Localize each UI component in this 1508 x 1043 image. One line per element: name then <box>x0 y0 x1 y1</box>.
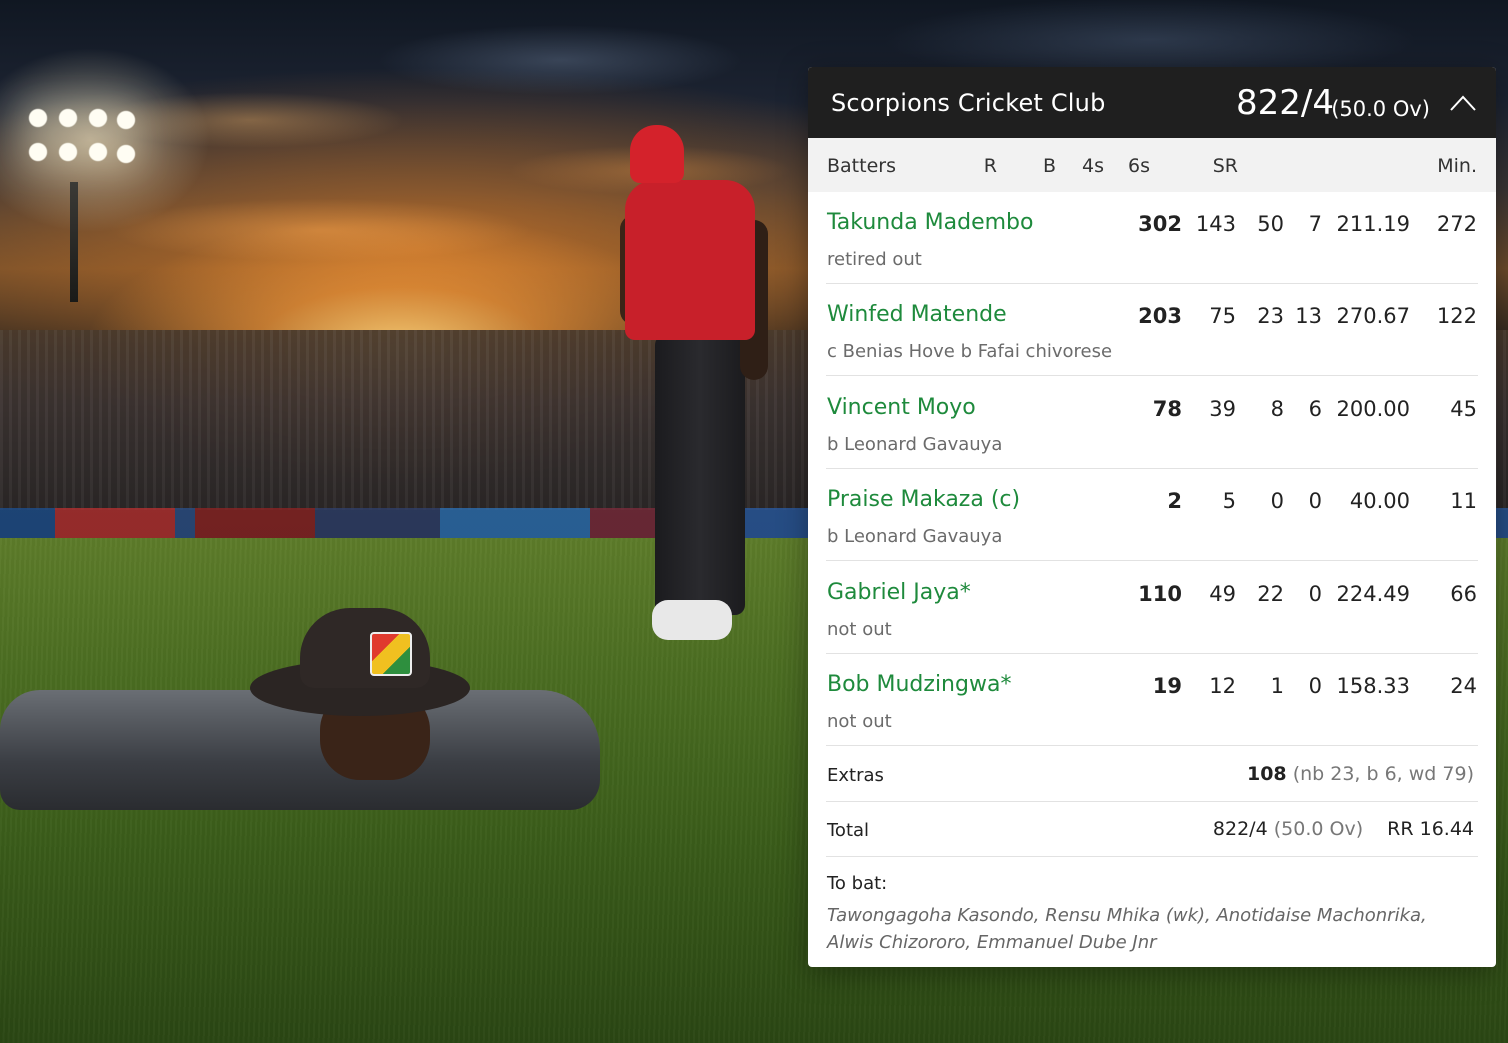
strike-rate: 224.49 <box>1336 582 1410 606</box>
sixes: 0 <box>1308 489 1322 513</box>
dismissal-text: b Leonard Gavauya <box>827 526 1003 547</box>
extras-detail: (nb 23, b 6, wd 79) <box>1292 763 1474 785</box>
batter-row: Bob Mudzingwa* not out 19 12 1 0 158.33 … <box>808 654 1496 746</box>
dismissal-text: not out <box>827 711 892 732</box>
batter-name[interactable]: Winfed Matende <box>827 302 1007 327</box>
scorecard-header[interactable]: Scorpions Cricket Club 822/4 (50.0 Ov) <box>808 67 1496 138</box>
runs: 2 <box>1167 489 1182 513</box>
col-batters: Batters <box>827 155 896 177</box>
standing-player-cap <box>630 125 684 183</box>
balls: 75 <box>1209 304 1236 328</box>
row-divider <box>826 560 1478 561</box>
batter-name[interactable]: Vincent Moyo <box>827 395 976 420</box>
extras-value-group: 108 (nb 23, b 6, wd 79) <box>1247 763 1474 785</box>
dismissal-text: b Leonard Gavauya <box>827 434 1003 455</box>
minutes: 11 <box>1450 489 1477 513</box>
dismissal-text: not out <box>827 619 892 640</box>
batter-row: Winfed Matende c Benias Hove b Fafai chi… <box>808 284 1496 376</box>
strike-rate: 158.33 <box>1336 674 1410 698</box>
fours: 8 <box>1270 397 1284 421</box>
total-label: Total <box>827 820 870 841</box>
strike-rate: 40.00 <box>1349 489 1410 513</box>
col-strike-rate: SR <box>1212 155 1238 177</box>
total-overs: (50.0 Ov) <box>1273 818 1364 840</box>
runs: 110 <box>1138 582 1182 606</box>
batter-row: Vincent Moyo b Leonard Gavauya 78 39 8 6… <box>808 377 1496 469</box>
runs: 302 <box>1138 212 1182 236</box>
col-sixes: 6s <box>1128 155 1150 177</box>
team-overs: (50.0 Ov) <box>1331 97 1430 121</box>
scorecard-panel: Scorpions Cricket Club 822/4 (50.0 Ov) B… <box>808 67 1496 967</box>
batter-row: Takunda Madembo retired out 302 143 50 7… <box>808 192 1496 284</box>
team-name: Scorpions Cricket Club <box>831 89 1106 117</box>
batter-row: Praise Makaza (c) b Leonard Gavauya 2 5 … <box>808 469 1496 561</box>
row-divider <box>826 856 1478 857</box>
run-rate: RR 16.44 <box>1387 818 1474 840</box>
sixes: 0 <box>1308 582 1322 606</box>
extras-row: Extras 108 (nb 23, b 6, wd 79) <box>808 747 1496 802</box>
dismissal-text: retired out <box>827 249 922 270</box>
standing-player-shirt <box>625 180 755 340</box>
to-bat-players: Tawongagoha Kasondo, Rensu Mhika (wk), A… <box>827 905 1427 953</box>
minutes: 24 <box>1450 674 1477 698</box>
runs: 19 <box>1152 674 1182 698</box>
minutes: 45 <box>1450 397 1477 421</box>
sixes: 0 <box>1308 674 1322 698</box>
extras-value: 108 <box>1246 763 1287 785</box>
strike-rate: 270.67 <box>1336 304 1410 328</box>
balls: 39 <box>1209 397 1236 421</box>
col-minutes: Min. <box>1437 155 1477 177</box>
sixes: 7 <box>1308 212 1322 236</box>
total-row: Total 822/4 (50.0 Ov) RR 16.44 <box>808 802 1496 857</box>
runs: 203 <box>1138 304 1182 328</box>
floodlight-pole <box>70 182 78 302</box>
minutes: 122 <box>1436 304 1477 328</box>
col-balls: B <box>1042 155 1056 177</box>
batting-columns-header: Batters R B 4s 6s SR Min. <box>808 138 1496 192</box>
standing-player-shoes <box>652 600 732 640</box>
sixes: 6 <box>1308 397 1322 421</box>
balls: 143 <box>1195 212 1236 236</box>
fours: 23 <box>1257 304 1284 328</box>
dismissal-text: c Benias Hove b Fafai chivorese <box>827 341 1113 362</box>
col-runs: R <box>983 155 997 177</box>
minutes: 66 <box>1450 582 1477 606</box>
fours: 0 <box>1270 489 1284 513</box>
balls: 12 <box>1209 674 1236 698</box>
balls: 49 <box>1209 582 1236 606</box>
fours: 1 <box>1270 674 1284 698</box>
sixes: 13 <box>1295 304 1322 328</box>
batter-name[interactable]: Praise Makaza (c) <box>827 487 1020 512</box>
to-bat-label: To bat: <box>827 873 888 894</box>
hat-badge <box>370 632 412 676</box>
minutes: 272 <box>1436 212 1477 236</box>
total-score: 822/4 <box>1212 818 1268 840</box>
batter-name[interactable]: Takunda Madembo <box>827 210 1034 235</box>
batter-name[interactable]: Bob Mudzingwa* <box>827 672 1011 697</box>
fours: 50 <box>1257 212 1284 236</box>
strike-rate: 211.19 <box>1336 212 1410 236</box>
team-score: 822/4 <box>1236 83 1334 123</box>
strike-rate: 200.00 <box>1336 397 1410 421</box>
batter-name[interactable]: Gabriel Jaya* <box>827 580 971 605</box>
fours: 22 <box>1257 582 1284 606</box>
standing-player-legs <box>655 335 745 615</box>
batter-row: Gabriel Jaya* not out 110 49 22 0 224.49… <box>808 562 1496 654</box>
col-fours: 4s <box>1082 155 1104 177</box>
total-value-group: 822/4 (50.0 Ov) RR 16.44 <box>1213 818 1474 840</box>
runs: 78 <box>1152 397 1182 421</box>
row-divider <box>826 745 1478 746</box>
chevron-up-icon[interactable] <box>1450 95 1476 111</box>
floodlight <box>22 100 142 182</box>
extras-label: Extras <box>827 765 884 786</box>
balls: 5 <box>1222 489 1236 513</box>
row-divider <box>826 375 1478 376</box>
